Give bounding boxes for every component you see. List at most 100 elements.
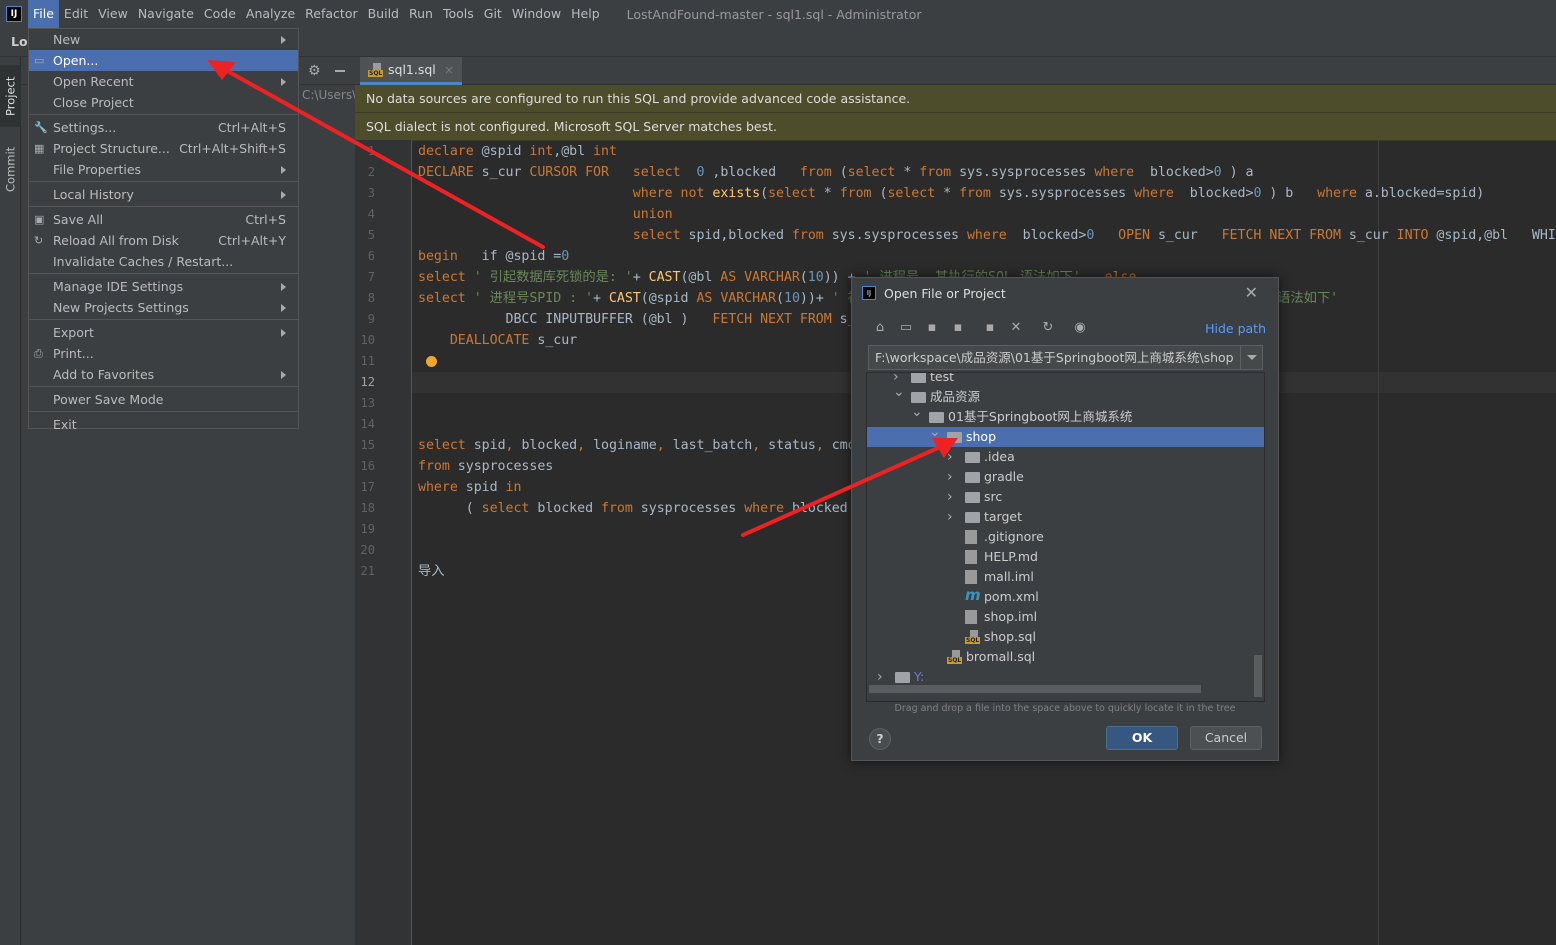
file-icon xyxy=(965,530,977,544)
menu-item-project-structure[interactable]: ▦ Project Structure... Ctrl+Alt+Shift+S xyxy=(29,138,298,159)
tree-item[interactable]: › .idea xyxy=(867,447,1264,467)
menu-navigate[interactable]: Navigate xyxy=(133,0,199,28)
tree-item[interactable]: shop.sql xyxy=(867,627,1264,647)
menu-view[interactable]: View xyxy=(93,0,133,28)
tree-item[interactable]: › gradle xyxy=(867,467,1264,487)
tab-sql1-sql[interactable]: sql1.sql × xyxy=(360,57,463,85)
tree-item[interactable]: › src xyxy=(867,487,1264,507)
menu-item-settings[interactable]: 🔧 Settings... Ctrl+Alt+S xyxy=(29,117,298,138)
menu-item-add-to-favorites[interactable]: Add to Favorites xyxy=(29,364,298,385)
menu-build[interactable]: Build xyxy=(363,0,404,28)
menu-item-open-recent[interactable]: Open Recent xyxy=(29,71,298,92)
code-line[interactable]: declare @spid int,@bl int xyxy=(418,141,1556,162)
menu-edit[interactable]: Edit xyxy=(59,0,93,28)
commit-tool-tab[interactable]: Commit xyxy=(0,139,21,199)
code-line[interactable]: begin if @spid =0 xyxy=(418,246,1556,267)
menu-item-export[interactable]: Export xyxy=(29,322,298,343)
menu-item-invalidate-caches-restart[interactable]: Invalidate Caches / Restart... xyxy=(29,251,298,272)
gear-icon[interactable]: ⚙ xyxy=(308,63,321,79)
print-icon: ⎙ xyxy=(34,347,43,360)
menu-window[interactable]: Window xyxy=(507,0,566,28)
chevron-down-icon[interactable]: ⌄ xyxy=(911,402,923,422)
chevron-right-icon[interactable]: › xyxy=(877,667,887,687)
menu-code[interactable]: Code xyxy=(199,0,241,28)
chevron-down-icon[interactable]: ⌄ xyxy=(929,422,941,442)
code-token: status xyxy=(768,438,816,453)
tree-item[interactable]: m pom.xml xyxy=(867,586,1264,607)
minimize-icon[interactable] xyxy=(335,70,345,72)
vertical-scrollbar[interactable] xyxy=(1254,655,1262,697)
menu-file[interactable]: File xyxy=(28,0,59,28)
module-folder-icon[interactable]: ▪ xyxy=(950,320,966,336)
tree-item[interactable]: › Y: xyxy=(867,667,1264,687)
new-folder-icon[interactable]: ▪ xyxy=(982,320,998,336)
menu-item-open[interactable]: ▭ Open... xyxy=(29,50,298,71)
show-hidden-icon[interactable]: ◉ xyxy=(1072,320,1088,336)
menu-item-label: Local History xyxy=(53,187,134,202)
project-tool-tab[interactable]: Project xyxy=(0,65,21,127)
tree-item[interactable]: shop.iml xyxy=(867,607,1264,627)
menu-item-print[interactable]: ⎙ Print... xyxy=(29,343,298,364)
horizontal-scrollbar[interactable] xyxy=(869,685,1201,693)
lightbulb-icon[interactable] xyxy=(426,356,437,367)
chevron-right-icon[interactable]: › xyxy=(947,507,957,527)
project-tree-path[interactable]: C:\Users\ xyxy=(302,88,356,102)
tree-item[interactable]: ⌄ shop xyxy=(867,424,1264,447)
menu-item-manage-ide-settings[interactable]: Manage IDE Settings xyxy=(29,276,298,297)
delete-icon[interactable]: ✕ xyxy=(1008,320,1024,336)
chevron-right-icon[interactable]: › xyxy=(947,487,957,507)
menu-item-close-project[interactable]: Close Project xyxy=(29,92,298,113)
cancel-button[interactable]: Cancel xyxy=(1190,726,1262,750)
menu-item-reload-all-from-disk[interactable]: ↻ Reload All from Disk Ctrl+Alt+Y xyxy=(29,230,298,251)
menu-item-file-properties[interactable]: File Properties xyxy=(29,159,298,180)
chevron-down-icon[interactable] xyxy=(1240,346,1262,369)
tree-item-label: shop.iml xyxy=(984,609,1038,624)
code-line[interactable]: select spid,blocked from sys.sysprocesse… xyxy=(418,225,1556,246)
tree-item[interactable]: ⌄ 成品资源 xyxy=(867,384,1264,407)
code-token: sysprocesses xyxy=(457,459,554,474)
folder-icon xyxy=(965,472,980,483)
menu-analyze[interactable]: Analyze xyxy=(241,0,300,28)
chevron-right-icon[interactable]: › xyxy=(947,447,957,467)
menu-item-exit[interactable]: Exit xyxy=(29,414,298,435)
project-folder-icon[interactable]: ▪ xyxy=(924,320,940,336)
tree-item[interactable]: mall.iml xyxy=(867,567,1264,587)
menu-item-save-all[interactable]: ▣ Save All Ctrl+S xyxy=(29,209,298,230)
code-token: from xyxy=(601,501,641,516)
close-icon[interactable]: ✕ xyxy=(1245,283,1258,302)
help-button[interactable]: ? xyxy=(869,728,891,750)
menu-item-power-save-mode[interactable]: Power Save Mode xyxy=(29,389,298,410)
ok-button[interactable]: OK xyxy=(1106,726,1178,750)
refresh-icon[interactable]: ↻ xyxy=(1040,320,1056,336)
menu-bar: File Edit View Navigate Code Analyze Refactor B… xyxy=(28,0,605,28)
close-tab-icon[interactable]: × xyxy=(444,62,454,77)
menu-git[interactable]: Git xyxy=(479,0,507,28)
menu-item-local-history[interactable]: Local History xyxy=(29,184,298,205)
code-line[interactable]: DECLARE s_cur CURSOR FOR select 0 ,block… xyxy=(418,162,1556,183)
chevron-right-icon[interactable]: › xyxy=(947,467,957,487)
tree-item[interactable]: ⌄ 01基于Springboot网上商城系统 xyxy=(867,404,1264,427)
desktop-icon[interactable]: ▭ xyxy=(898,320,914,336)
menu-refactor[interactable]: Refactor xyxy=(300,0,362,28)
menu-tools[interactable]: Tools xyxy=(438,0,479,28)
tree-item[interactable]: › test xyxy=(867,373,1264,387)
menu-item-new[interactable]: New xyxy=(29,29,298,50)
tree-item[interactable]: bromall.sql xyxy=(867,647,1264,667)
menu-help[interactable]: Help xyxy=(566,0,605,28)
tree-item[interactable]: HELP.md xyxy=(867,547,1264,567)
menu-run[interactable]: Run xyxy=(404,0,438,28)
tree-item-label: bromall.sql xyxy=(966,649,1036,664)
home-icon[interactable]: ⌂ xyxy=(872,320,888,336)
code-token: select xyxy=(632,228,689,243)
chevron-down-icon[interactable]: ⌄ xyxy=(893,382,905,402)
menu-item-new-projects-settings[interactable]: New Projects Settings xyxy=(29,297,298,318)
code-line[interactable]: where not exists(select * from (select *… xyxy=(418,183,1556,204)
path-input[interactable]: F:\workspace\成品资源\01基于Springboot网上商城系统\s… xyxy=(868,345,1263,370)
tree-item[interactable]: .gitignore xyxy=(867,527,1264,547)
hide-path-link[interactable]: Hide path xyxy=(1205,321,1266,336)
file-tree[interactable]: › test ⌄ 成品资源 ⌄ 01基于Springboot网上商城系统 ⌄ shop › .id… xyxy=(866,372,1265,702)
tree-item[interactable]: › target xyxy=(867,507,1264,527)
code-line[interactable]: union xyxy=(418,204,1556,225)
